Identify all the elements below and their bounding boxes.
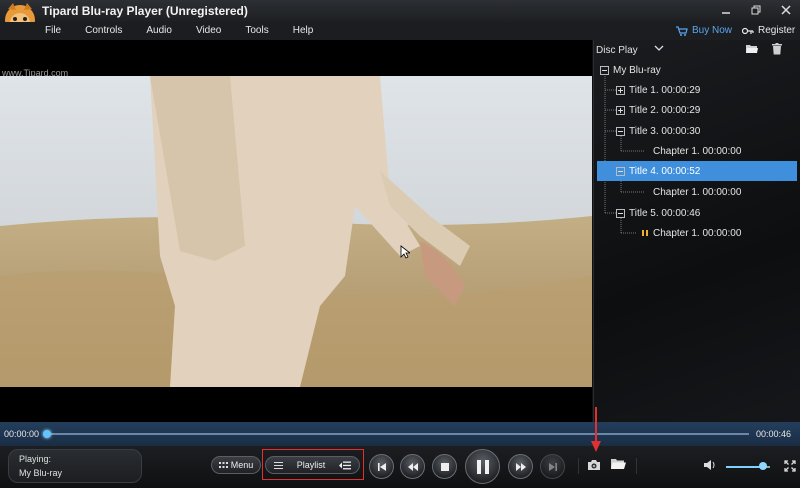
collapse-icon[interactable] <box>616 166 625 176</box>
status-value: My Blu-ray <box>19 468 63 478</box>
tree-item-label: Title 2. 00:00:29 <box>629 104 701 116</box>
collapse-icon[interactable] <box>616 126 625 136</box>
rewind-icon <box>407 462 418 471</box>
title-bar: Tipard Blu-ray Player (Unregistered) <box>0 0 800 35</box>
status-display: Playing: My Blu-ray <box>8 449 142 483</box>
tree-item-label: Chapter 1. 00:00:00 <box>653 186 742 198</box>
fast-forward-button[interactable] <box>508 454 533 479</box>
tree-item-title-4[interactable]: Title 4. 00:00:52 <box>597 161 797 181</box>
restore-icon[interactable] <box>748 2 764 18</box>
fast-forward-icon <box>515 462 526 471</box>
mouse-cursor-icon <box>400 245 410 259</box>
rewind-button[interactable] <box>400 454 425 479</box>
tree-item-chapter[interactable]: Chapter 1. 00:00:00 <box>653 141 741 161</box>
total-time: 00:00:46 <box>756 429 792 439</box>
next-button[interactable] <box>540 454 565 479</box>
window-title: Tipard Blu-ray Player (Unregistered) <box>42 4 248 18</box>
tree-item-chapter[interactable]: Chapter 1. 00:00:00 <box>653 182 741 202</box>
volume-icon[interactable] <box>703 459 717 471</box>
skip-next-icon <box>548 462 557 471</box>
pause-indicator-icon <box>642 230 648 236</box>
status-label: Playing: <box>19 454 52 464</box>
menu-controls[interactable]: Controls <box>85 25 122 36</box>
current-time: 00:00:00 <box>4 429 40 439</box>
seek-bar: 00:00:00 00:00:46 <box>0 422 800 446</box>
tree-item-label: Chapter 1. 00:00:00 <box>653 227 742 239</box>
menu-help[interactable]: Help <box>293 25 314 36</box>
tree-item-label: Title 3. 00:00:30 <box>629 125 701 137</box>
register-button[interactable]: Register <box>742 25 795 36</box>
collapse-icon[interactable] <box>600 65 609 75</box>
key-icon <box>742 27 754 34</box>
expand-icon[interactable] <box>616 85 625 95</box>
menu-button[interactable]: Menu <box>211 456 261 474</box>
volume-handle[interactable] <box>759 462 768 470</box>
menu-video[interactable]: Video <box>196 25 221 36</box>
menu-bar: File Controls Audio Video Tools Help Buy… <box>0 22 800 40</box>
tree-item-label: Title 1. 00:00:29 <box>629 84 701 96</box>
video-scene <box>0 76 592 387</box>
grid-icon <box>218 461 228 468</box>
tree-item-title-2[interactable]: Title 2. 00:00:29 <box>616 100 700 120</box>
camera-icon[interactable] <box>587 459 601 471</box>
menu-label: Menu <box>230 460 254 470</box>
divider <box>578 458 579 474</box>
close-icon[interactable] <box>778 2 794 18</box>
tree-item-chapter-playing[interactable]: Chapter 1. 00:00:00 <box>641 223 741 243</box>
menu-file[interactable]: File <box>45 25 61 36</box>
expand-icon[interactable] <box>616 105 625 115</box>
menu-tools[interactable]: Tools <box>245 25 268 36</box>
video-frame <box>0 76 592 387</box>
minimize-icon[interactable] <box>718 2 734 18</box>
annotation-highlight-box <box>262 449 364 480</box>
skip-previous-icon <box>377 462 386 471</box>
previous-button[interactable] <box>369 454 394 479</box>
tree-item-title-5[interactable]: Title 5. 00:00:46 <box>616 203 700 223</box>
pause-icon <box>476 459 489 474</box>
open-folder-icon[interactable] <box>611 458 626 470</box>
tree-item-root[interactable]: My Blu-ray <box>600 60 661 80</box>
seek-handle[interactable] <box>43 430 51 438</box>
tree-item-label: Title 4. 00:00:52 <box>629 165 701 177</box>
pause-button[interactable] <box>465 449 500 484</box>
seek-track[interactable] <box>47 433 749 435</box>
stop-button[interactable] <box>432 454 457 479</box>
control-bar: Playing: My Blu-ray Menu Playlist <box>0 446 800 488</box>
buy-now-button[interactable]: Buy Now <box>676 25 732 36</box>
fullscreen-icon[interactable] <box>784 460 796 472</box>
tree-item-title-3[interactable]: Title 3. 00:00:30 <box>616 121 700 141</box>
volume-fill <box>726 466 764 468</box>
playlist-panel: Disc Play My Blu-ray Title 1. 00:00:29 T… <box>593 40 800 422</box>
tree-item-label: Chapter 1. 00:00:00 <box>653 145 742 157</box>
collapse-icon[interactable] <box>616 208 625 218</box>
buy-now-label: Buy Now <box>692 25 733 36</box>
cart-icon <box>676 25 688 36</box>
stop-icon <box>440 462 449 471</box>
annotation-arrow-icon <box>591 407 601 452</box>
video-display[interactable]: www.Tipard.com <box>0 40 592 422</box>
tree-item-label: My Blu-ray <box>613 64 661 76</box>
divider <box>636 458 637 474</box>
menu-audio[interactable]: Audio <box>146 25 172 36</box>
tree-item-title-1[interactable]: Title 1. 00:00:29 <box>616 80 700 100</box>
register-label: Register <box>758 25 796 36</box>
tree-item-label: Title 5. 00:00:46 <box>629 207 701 219</box>
